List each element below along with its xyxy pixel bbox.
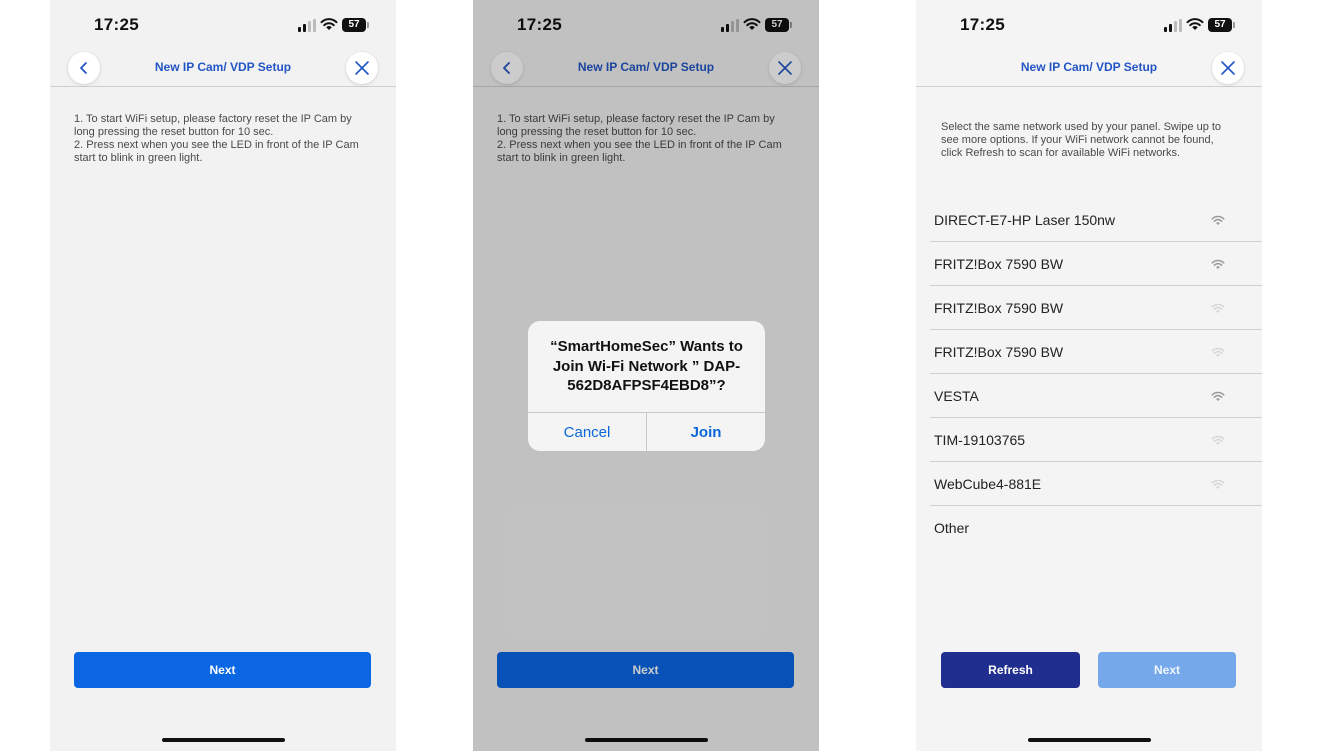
home-indicator[interactable] <box>162 738 285 742</box>
network-item[interactable]: FRITZ!Box 7590 BW <box>930 330 1262 374</box>
page-title: New IP Cam/ VDP Setup <box>1020 60 1158 74</box>
status-bar: 17:25 57 <box>916 0 1262 50</box>
network-item-other[interactable]: Other <box>930 506 1262 550</box>
network-name: WebCube4-881E <box>934 476 1042 492</box>
setup-screen-network-select: 17:25 57 New IP Cam/ VDP Setup Select th… <box>916 0 1262 751</box>
cellular-signal-icon <box>1164 19 1182 32</box>
next-button[interactable]: Next <box>1098 652 1236 688</box>
setup-screen-join-alert: 17:25 57 New IP Cam/ VDP Setup 1. To sta… <box>473 0 819 751</box>
wifi-signal-icon <box>1211 435 1225 445</box>
network-name: VESTA <box>934 388 979 404</box>
network-name: FRITZ!Box 7590 BW <box>934 300 1064 316</box>
nav-bar: New IP Cam/ VDP Setup <box>916 50 1262 87</box>
home-indicator[interactable] <box>1028 738 1151 742</box>
alert-message: “SmartHomeSec” Wants to Join Wi-Fi Netwo… <box>550 338 743 394</box>
close-icon <box>355 61 369 75</box>
close-button[interactable] <box>1212 52 1244 84</box>
setup-screen-reset: 17:25 57 New IP Cam/ VDP Setup 1. To sta… <box>50 0 396 751</box>
network-name: Other <box>934 520 970 536</box>
wifi-signal-icon <box>1211 479 1225 489</box>
network-item[interactable]: TIM-19103765 <box>930 418 1262 462</box>
network-item[interactable]: VESTA <box>930 374 1262 418</box>
network-list: DIRECT-E7-HP Laser 150nw FRITZ!Box 7590 … <box>930 198 1262 550</box>
cancel-button[interactable]: Cancel <box>528 413 646 451</box>
network-item[interactable]: FRITZ!Box 7590 BW <box>930 286 1262 330</box>
instruction-step-1: 1. To start WiFi setup, please factory r… <box>74 113 352 138</box>
battery-icon: 57 <box>342 18 369 32</box>
network-name: FRITZ!Box 7590 BW <box>934 344 1064 360</box>
network-name: FRITZ!Box 7590 BW <box>934 256 1064 272</box>
wifi-signal-icon <box>1211 259 1225 269</box>
wifi-signal-icon <box>1211 391 1225 401</box>
instruction-step-2: 2. Press next when you see the LED in fr… <box>74 139 359 164</box>
status-time: 17:25 <box>960 15 1005 34</box>
network-name: TIM-19103765 <box>934 432 1026 448</box>
alert-actions: Cancel Join <box>528 412 765 451</box>
battery-icon: 57 <box>1208 18 1235 32</box>
wifi-signal-icon <box>1211 215 1225 225</box>
wifi-signal-icon <box>1211 347 1225 357</box>
status-time: 17:25 <box>94 15 139 34</box>
page-title: New IP Cam/ VDP Setup <box>154 60 292 74</box>
network-item[interactable]: DIRECT-E7-HP Laser 150nw <box>930 198 1262 242</box>
wifi-signal-icon <box>1211 303 1225 313</box>
network-name: DIRECT-E7-HP Laser 150nw <box>934 212 1116 228</box>
network-item[interactable]: WebCube4-881E <box>930 462 1262 506</box>
wifi-icon <box>1186 18 1204 30</box>
nav-bar: New IP Cam/ VDP Setup <box>50 50 396 87</box>
network-item[interactable]: FRITZ!Box 7590 BW <box>930 242 1262 286</box>
wifi-icon <box>320 18 338 30</box>
join-button[interactable]: Join <box>646 413 765 451</box>
next-button[interactable]: Next <box>74 652 371 688</box>
close-button[interactable] <box>346 52 378 84</box>
network-instructions: Select the same network used by your pan… <box>941 121 1222 159</box>
reset-instructions: 1. To start WiFi setup, please factory r… <box>74 113 374 165</box>
status-bar: 17:25 57 <box>50 0 396 50</box>
cellular-signal-icon <box>298 19 316 32</box>
close-icon <box>1221 61 1235 75</box>
join-wifi-alert: “SmartHomeSec” Wants to Join Wi-Fi Netwo… <box>528 321 765 451</box>
refresh-button[interactable]: Refresh <box>941 652 1080 688</box>
